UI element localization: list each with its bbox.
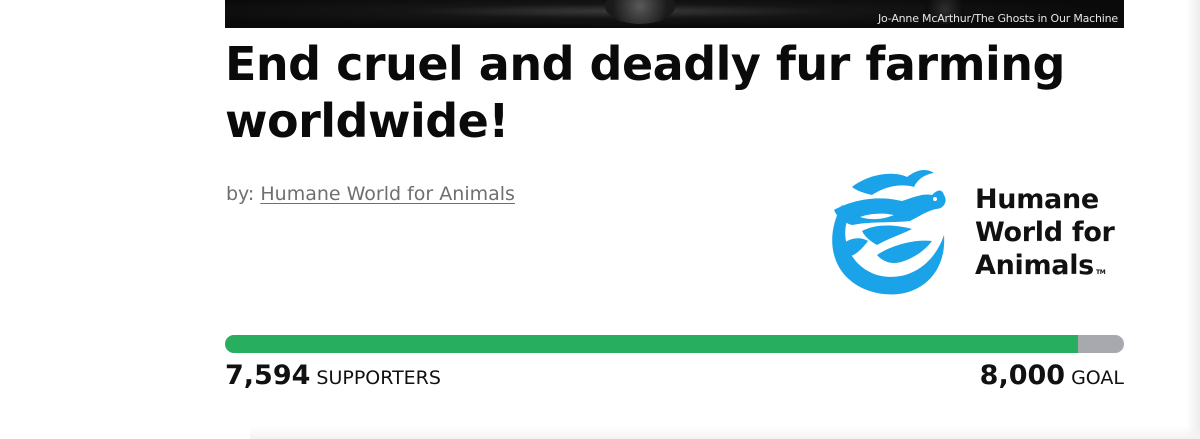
- photo-credit: Jo-Anne McArthur/The Ghosts in Our Machi…: [878, 12, 1118, 25]
- trademark-symbol: TM: [1095, 269, 1106, 276]
- goal-count: 8,000 GOAL: [980, 360, 1124, 391]
- petition-page: Jo-Anne McArthur/The Ghosts in Our Machi…: [0, 0, 1200, 439]
- progress-bar: [225, 335, 1124, 353]
- goal-label: GOAL: [1071, 367, 1124, 389]
- petition-title: End cruel and deadly fur farming worldwi…: [225, 37, 1065, 148]
- supporters-count: 7,594 SUPPORTERS: [225, 360, 441, 391]
- supporters-label: SUPPORTERS: [316, 367, 441, 389]
- progress-fill: [225, 335, 1079, 353]
- byline-prefix: by:: [226, 183, 255, 205]
- organization-logo: Humane World for Animals TM: [822, 165, 1132, 300]
- supporters-number: 7,594: [225, 360, 311, 391]
- byline: by: Humane World for Animals: [226, 183, 515, 205]
- animals-globe-logo-icon: [832, 169, 946, 295]
- logo-line-2: World for: [975, 217, 1115, 248]
- logo-wordmark: Humane World for Animals TM: [975, 183, 1115, 289]
- organization-link[interactable]: Humane World for Animals: [260, 183, 515, 205]
- logo-line-1: Humane: [975, 184, 1099, 215]
- goal-number: 8,000: [979, 360, 1066, 391]
- logo-line-3: Animals: [975, 250, 1094, 281]
- hero-image: Jo-Anne McArthur/The Ghosts in Our Machi…: [225, 0, 1124, 28]
